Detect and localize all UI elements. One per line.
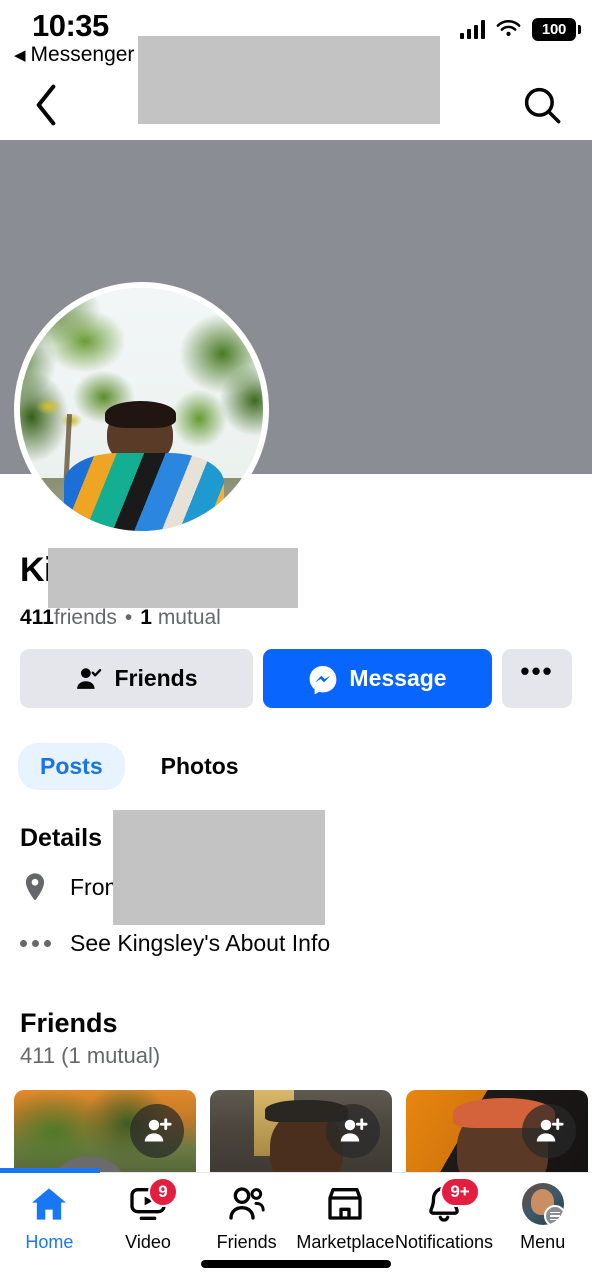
nav-item-friends[interactable]: Friends <box>197 1183 296 1253</box>
friends-word: friends <box>53 606 117 629</box>
nav-label-video: Video <box>125 1232 171 1252</box>
nav-item-video[interactable]: 9 Video <box>99 1177 198 1253</box>
home-indicator <box>201 1260 391 1268</box>
detail-about-text: See Kingsley's About Info <box>70 930 331 956</box>
menu-avatar-icon <box>521 1183 564 1225</box>
return-app-label: Messenger <box>30 43 135 66</box>
detail-row-from[interactable]: From <box>20 872 124 902</box>
phone-screen: 10:35 ◀ Messenger 100 Ki 411friends • 1 … <box>0 0 592 1280</box>
nav-label-home: Home <box>25 1232 74 1252</box>
friends-count: 411 <box>20 606 54 629</box>
marketplace-icon <box>325 1183 365 1225</box>
video-icon: 9 <box>128 1177 178 1225</box>
bell-icon: 9+ <box>424 1177 481 1225</box>
mutual-word: mutual <box>157 606 221 629</box>
tab-photos-label: Photos <box>160 753 239 779</box>
message-button-label: Message <box>349 665 447 691</box>
add-friend-icon[interactable] <box>522 1104 576 1158</box>
return-to-messenger[interactable]: ◀ Messenger <box>14 43 134 67</box>
profile-tabs: Posts Photos <box>18 743 261 790</box>
nav-label-menu: Menu <box>520 1232 566 1252</box>
details-heading: Details <box>20 824 102 852</box>
nav-item-menu[interactable]: Menu <box>493 1183 592 1253</box>
more-options-label: ••• <box>520 656 554 686</box>
battery-level: 100 <box>541 21 567 38</box>
person-check-icon <box>77 667 102 689</box>
profile-photo-image <box>20 288 263 531</box>
redaction-overlay-header <box>138 36 440 124</box>
location-pin-icon <box>20 872 50 902</box>
home-icon <box>29 1183 69 1225</box>
badge-video: 9 <box>148 1177 178 1207</box>
more-options-button[interactable]: ••• <box>502 649 572 708</box>
friends-icon <box>227 1183 267 1225</box>
profile-meta: 411friends • 1 mutual <box>20 606 221 630</box>
status-time: 10:35 <box>32 8 109 43</box>
back-button[interactable] <box>16 70 76 140</box>
meta-separator: • <box>124 606 133 629</box>
nav-label-friends: Friends <box>216 1232 277 1252</box>
tab-posts-label: Posts <box>40 753 103 779</box>
tab-posts[interactable]: Posts <box>18 743 125 790</box>
hamburger-icon <box>543 1205 564 1225</box>
badge-notifications: 9+ <box>440 1177 481 1207</box>
page-loading-bar <box>0 1168 100 1173</box>
profile-actions: Friends Message ••• <box>20 649 572 708</box>
chevron-left-icon <box>36 84 56 126</box>
profile-photo[interactable] <box>14 282 269 537</box>
friends-section-subtitle: 411 (1 mutual) <box>20 1043 161 1068</box>
nav-item-marketplace[interactable]: Marketplace <box>296 1183 395 1253</box>
wifi-icon <box>496 20 521 36</box>
ellipsis-icon <box>19 940 51 947</box>
nav-label-marketplace: Marketplace <box>296 1232 395 1252</box>
return-arrow-icon: ◀ <box>14 46 26 64</box>
friends-section-heading: Friends <box>20 1008 118 1038</box>
battery-icon: 100 <box>532 18 581 41</box>
friends-button[interactable]: Friends <box>20 649 253 708</box>
cellular-signal-icon <box>459 20 485 39</box>
nav-label-notifications: Notifications <box>395 1232 494 1252</box>
nav-item-home[interactable]: Home <box>0 1183 99 1253</box>
add-friend-icon[interactable] <box>326 1104 380 1158</box>
messenger-icon <box>310 665 337 694</box>
redaction-overlay-name <box>48 548 298 608</box>
friends-button-label: Friends <box>114 665 198 691</box>
message-button[interactable]: Message <box>263 649 492 708</box>
add-friend-icon[interactable] <box>130 1104 184 1158</box>
mutual-count: 1 <box>140 606 152 629</box>
nav-item-notifications[interactable]: 9+ Notifications <box>395 1177 494 1253</box>
redaction-overlay-details <box>113 810 325 925</box>
tab-photos[interactable]: Photos <box>139 743 261 790</box>
search-icon <box>524 87 561 124</box>
search-button[interactable] <box>512 70 572 140</box>
status-indicators: 100 <box>459 18 581 41</box>
detail-row-about[interactable]: See Kingsley's About Info <box>19 930 331 957</box>
